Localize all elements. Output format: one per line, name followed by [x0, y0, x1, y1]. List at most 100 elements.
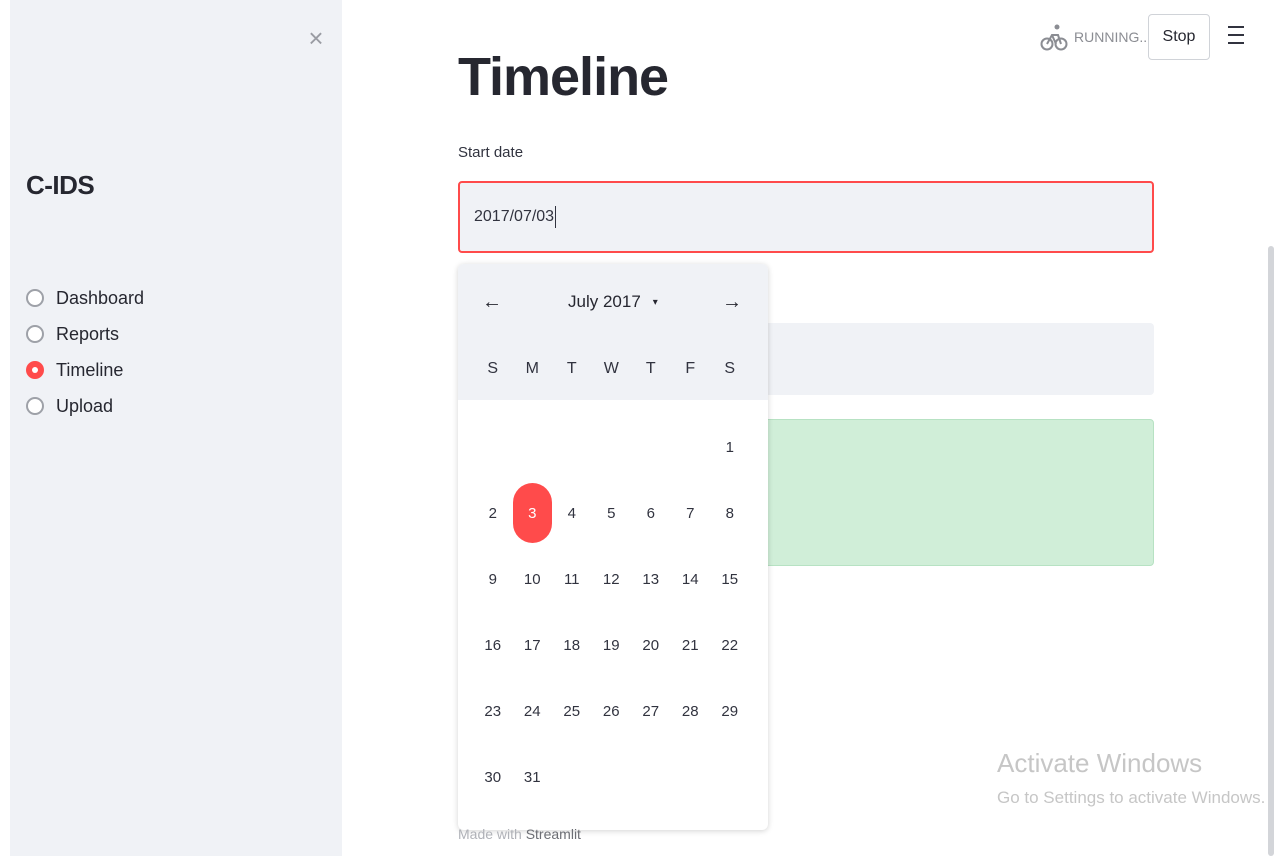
start-date-label: Start date — [458, 144, 524, 161]
empty-day-cell — [513, 414, 553, 480]
day-number: 3 — [512, 483, 552, 543]
day-number: 8 — [725, 504, 734, 522]
empty-day-cell — [552, 414, 592, 480]
day-cell[interactable]: 27 — [631, 678, 671, 744]
day-number: 28 — [681, 702, 699, 720]
day-number: 31 — [523, 768, 541, 786]
day-cell[interactable]: 7 — [671, 480, 711, 546]
stop-button[interactable]: Stop — [1148, 14, 1210, 60]
day-number: 15 — [721, 570, 739, 588]
radio-label: Upload — [56, 395, 114, 416]
day-number: 2 — [488, 504, 497, 522]
day-cell[interactable]: 11 — [552, 546, 592, 612]
month-year-label: July 2017 — [568, 292, 641, 311]
month-year-select[interactable]: July 2017 ▾ — [568, 290, 658, 314]
running-status-text: RUNNING... — [1074, 29, 1151, 45]
day-cell[interactable]: 4 — [552, 480, 592, 546]
start-date-input[interactable]: 2017/07/03 — [458, 181, 1154, 253]
empty-day-cell — [473, 414, 513, 480]
day-cell[interactable]: 25 — [552, 678, 592, 744]
radio-item-reports[interactable]: Reports — [26, 316, 144, 352]
day-cell[interactable]: 31 — [513, 744, 553, 810]
sidebar: × C-IDS Dashboard Reports Timeline Uploa… — [10, 0, 342, 856]
day-number: 23 — [484, 702, 502, 720]
close-sidebar-icon[interactable]: × — [304, 24, 328, 52]
day-cell[interactable]: 23 — [473, 678, 513, 744]
day-number: 27 — [642, 702, 660, 720]
day-number: 9 — [488, 570, 497, 588]
day-number: 17 — [523, 636, 541, 654]
day-cell[interactable]: 29 — [710, 678, 750, 744]
radio-label: Dashboard — [56, 287, 145, 308]
day-cell[interactable]: 26 — [592, 678, 632, 744]
day-number: 24 — [523, 702, 541, 720]
activate-windows-subtitle: Go to Settings to activate Windows. — [997, 788, 1266, 807]
prev-month-arrow-icon[interactable]: ← — [480, 290, 504, 314]
calendar-header: ← July 2017 ▾ → S M T W T F S — [458, 264, 768, 400]
day-cell[interactable]: 30 — [473, 744, 513, 810]
selected-day-cell[interactable]: 3 — [512, 480, 552, 546]
day-cell[interactable]: 2 — [473, 480, 513, 546]
day-number: 19 — [602, 636, 620, 654]
scrollbar[interactable] — [1268, 246, 1274, 856]
day-number: 4 — [567, 504, 576, 522]
text-caret — [555, 205, 557, 228]
app: × C-IDS Dashboard Reports Timeline Uploa… — [0, 0, 1284, 856]
weekday-label: W — [603, 360, 619, 377]
day-cell[interactable]: 12 — [592, 546, 632, 612]
date-picker-popover: ← July 2017 ▾ → SMTWTFS 1 2 3 4 5 6 7 8 9 10 11 12 13… — [458, 264, 768, 830]
activate-windows-title: Activate Windows — [997, 748, 1203, 778]
radio-item-dashboard[interactable]: Dashboard — [26, 280, 144, 316]
day-cell[interactable]: 1 — [710, 414, 750, 480]
day-cell[interactable]: 22 — [710, 612, 750, 678]
day-number: 22 — [721, 636, 739, 654]
weekday-row: SMTWTFS — [473, 360, 750, 378]
day-cell[interactable]: 20 — [631, 612, 671, 678]
day-number: 25 — [563, 702, 581, 720]
day-number: 18 — [563, 636, 581, 654]
sidebar-title: C-IDS — [26, 170, 95, 200]
day-cell[interactable]: 24 — [513, 678, 553, 744]
day-number: 10 — [523, 570, 541, 588]
hamburger-menu-icon[interactable] — [1228, 26, 1248, 48]
day-cell[interactable]: 19 — [592, 612, 632, 678]
made-with-prefix: Made with — [458, 826, 526, 842]
day-number: 29 — [721, 702, 739, 720]
day-number: 21 — [681, 636, 699, 654]
page-title: Timeline — [458, 47, 669, 107]
day-cell[interactable]: 8 — [710, 480, 750, 546]
day-cell[interactable]: 10 — [513, 546, 553, 612]
radio-circle-icon — [26, 325, 44, 343]
day-cell[interactable]: 18 — [552, 612, 592, 678]
day-cell[interactable]: 9 — [473, 546, 513, 612]
day-cell[interactable]: 16 — [473, 612, 513, 678]
day-number: 7 — [686, 504, 695, 522]
empty-day-cell — [671, 414, 711, 480]
day-number: 11 — [563, 570, 580, 588]
start-date-value: 2017/07/03 — [474, 208, 555, 225]
streamlit-link[interactable]: Streamlit — [526, 826, 581, 842]
day-cell[interactable]: 13 — [631, 546, 671, 612]
weekday-label: S — [724, 360, 736, 377]
radio-circle-icon — [26, 289, 44, 307]
day-cell[interactable]: 6 — [631, 480, 671, 546]
day-cell[interactable]: 14 — [671, 546, 711, 612]
day-cell[interactable]: 28 — [671, 678, 711, 744]
radio-checked-icon — [26, 361, 44, 379]
day-number: 26 — [602, 702, 620, 720]
radio-item-upload[interactable]: Upload — [26, 388, 144, 424]
made-with-footer: Made with Streamlit — [458, 826, 581, 842]
day-number: 14 — [681, 570, 699, 588]
weekday-label: S — [487, 360, 499, 377]
day-cell[interactable]: 21 — [671, 612, 711, 678]
day-cell[interactable]: 5 — [592, 480, 632, 546]
nav-radio-group: Dashboard Reports Timeline Upload — [26, 280, 144, 424]
weekday-label: M — [525, 360, 539, 377]
day-cell[interactable]: 17 — [513, 612, 553, 678]
radio-label: Reports — [56, 323, 120, 344]
radio-item-timeline[interactable]: Timeline — [26, 352, 144, 388]
day-cell[interactable]: 15 — [710, 546, 750, 612]
day-number: 20 — [642, 636, 660, 654]
day-grid: 1 2 3 4 5 6 7 8 9 10 11 12 13 14 15 16 17 18 19 20 21 22 23 24 2… — [473, 414, 750, 810]
next-month-arrow-icon[interactable]: → — [720, 290, 744, 314]
